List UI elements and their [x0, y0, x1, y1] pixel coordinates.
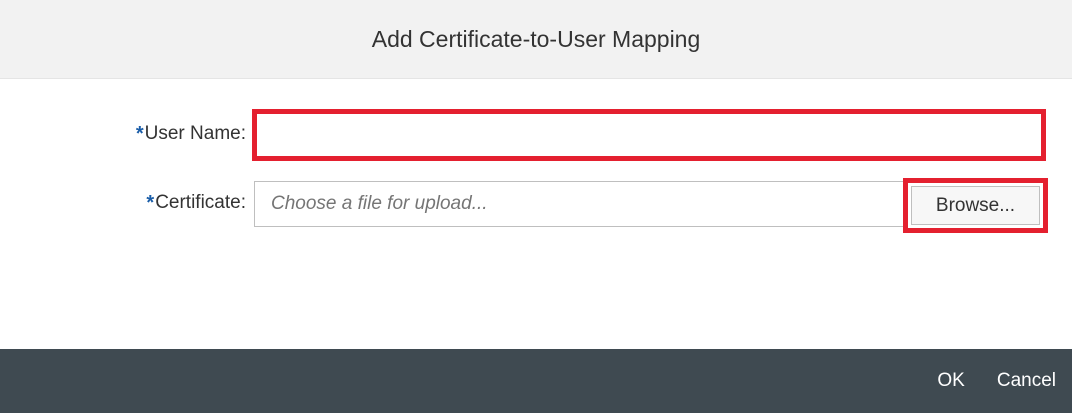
username-label: * User Name:: [136, 109, 246, 159]
username-input[interactable]: [260, 117, 1038, 153]
ok-button[interactable]: OK: [937, 370, 964, 392]
username-label-text: User Name:: [144, 123, 246, 144]
browse-highlight: Browse...: [903, 178, 1048, 233]
certificate-label: * Certificate:: [146, 178, 246, 228]
browse-button[interactable]: Browse...: [911, 186, 1040, 225]
add-certificate-dialog: Add Certificate-to-User Mapping * User N…: [0, 0, 1072, 413]
certificate-placeholder: Choose a file for upload...: [271, 193, 488, 214]
certificate-label-text: Certificate:: [155, 192, 246, 213]
username-row: * User Name:: [0, 109, 1072, 161]
dialog-footer: OK Cancel: [0, 349, 1072, 413]
certificate-file-field[interactable]: Choose a file for upload...: [254, 181, 904, 227]
username-highlight: [252, 109, 1046, 161]
certificate-row: * Certificate: Choose a file for upload.…: [0, 178, 1072, 233]
cancel-button[interactable]: Cancel: [997, 370, 1056, 392]
required-marker: *: [146, 191, 155, 214]
dialog-title: Add Certificate-to-User Mapping: [371, 25, 701, 52]
required-marker: *: [135, 122, 144, 145]
dialog-header: Add Certificate-to-User Mapping: [0, 0, 1072, 79]
